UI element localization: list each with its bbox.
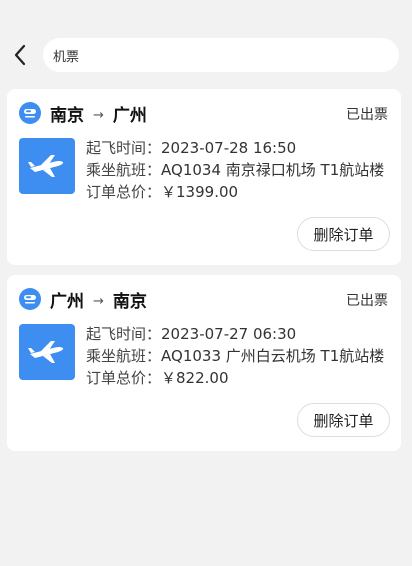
- order-details: 起飞时间：2023-07-28 16:50 乘坐航班：AQ1034 南京禄口机场…: [86, 137, 384, 203]
- top-bar: 机票: [0, 0, 412, 84]
- flight-label: 乘坐航班：: [86, 347, 162, 365]
- price-row: 订单总价：￥822.00: [86, 367, 384, 389]
- departure-time-value: 2023-07-27 06:30: [161, 325, 297, 343]
- flight-label: 乘坐航班：: [86, 161, 162, 179]
- departure-time-row: 起飞时间：2023-07-28 16:50: [86, 137, 384, 159]
- train-icon: [19, 102, 41, 124]
- arrival-city: 南京: [112, 291, 147, 312]
- departure-city: 南京: [50, 105, 84, 126]
- order-card[interactable]: 南京 → 广州 已出票 起飞时间：2023-07-28 16:50 乘坐航班：A…: [7, 89, 401, 265]
- flight-value: AQ1034 南京禄口机场 T1航站楼: [161, 161, 385, 179]
- search-input-value: 机票: [53, 49, 80, 65]
- departure-time-label: 起飞时间：: [86, 325, 162, 343]
- airplane-icon: [19, 324, 75, 380]
- airplane-icon: [19, 138, 75, 194]
- delete-order-button[interactable]: 删除订单: [297, 217, 390, 251]
- price-row: 订单总价：￥1399.00: [86, 181, 384, 203]
- departure-time-value: 2023-07-28 16:50: [161, 139, 297, 157]
- delete-order-button[interactable]: 删除订单: [297, 403, 390, 437]
- price-label: 订单总价：: [86, 183, 162, 201]
- order-card[interactable]: 广州 → 南京 已出票 起飞时间：2023-07-27 06:30 乘坐航班：A…: [7, 275, 401, 451]
- search-input[interactable]: 机票: [43, 38, 399, 72]
- flight-row: 乘坐航班：AQ1034 南京禄口机场 T1航站楼: [86, 159, 384, 181]
- arrival-city: 广州: [112, 105, 147, 126]
- flight-value: AQ1033 广州白云机场 T1航站楼: [161, 347, 385, 365]
- price-value: ￥822.00: [161, 369, 229, 387]
- back-button[interactable]: [8, 42, 32, 68]
- order-details: 起飞时间：2023-07-27 06:30 乘坐航班：AQ1033 广州白云机场…: [86, 323, 384, 389]
- price-label: 订单总价：: [86, 369, 162, 387]
- departure-time-label: 起飞时间：: [86, 139, 162, 157]
- order-route: 广州 → 南京: [19, 287, 147, 312]
- ticket-status: 已出票: [346, 293, 388, 309]
- order-route: 南京 → 广州: [19, 101, 147, 126]
- ticket-status: 已出票: [346, 107, 388, 123]
- flight-row: 乘坐航班：AQ1033 广州白云机场 T1航站楼: [86, 345, 384, 367]
- price-value: ￥1399.00: [161, 183, 239, 201]
- chevron-left-icon: [14, 44, 26, 66]
- departure-time-row: 起飞时间：2023-07-27 06:30: [86, 323, 384, 345]
- train-icon: [19, 288, 41, 310]
- route-arrow: →: [93, 107, 104, 123]
- departure-city: 广州: [50, 291, 84, 312]
- route-arrow: →: [93, 293, 104, 309]
